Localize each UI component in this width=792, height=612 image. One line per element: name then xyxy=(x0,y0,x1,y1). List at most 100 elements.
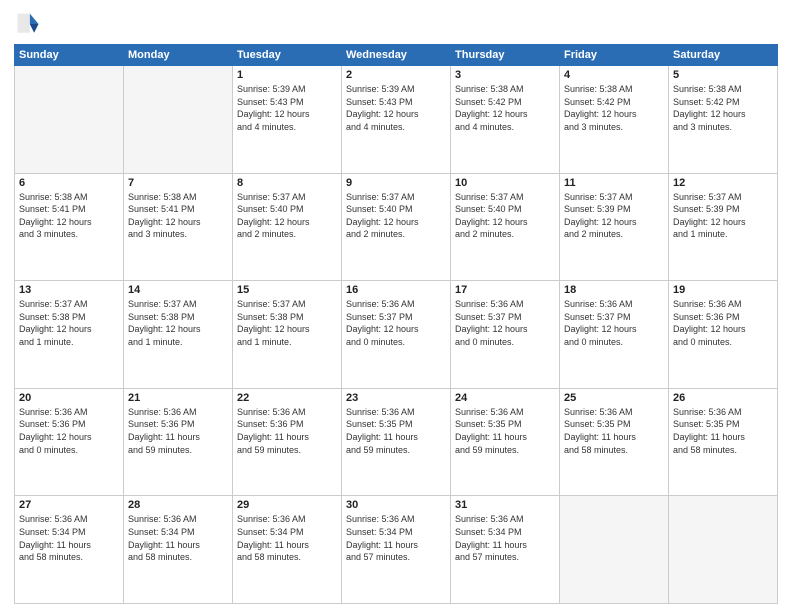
day-number: 19 xyxy=(673,284,773,296)
calendar-week-row: 6 Sunrise: 5:38 AM Sunset: 5:41 PM Daylig… xyxy=(15,173,778,281)
day-number: 6 xyxy=(19,177,119,189)
calendar-cell: 3 Sunrise: 5:38 AM Sunset: 5:42 PM Daylig… xyxy=(451,66,560,174)
day-number: 21 xyxy=(128,392,228,404)
day-number: 31 xyxy=(455,499,555,511)
day-number: 4 xyxy=(564,69,664,81)
cell-info: Sunrise: 5:37 AM Sunset: 5:40 PM Dayligh… xyxy=(346,191,446,241)
cell-info: Sunrise: 5:37 AM Sunset: 5:39 PM Dayligh… xyxy=(673,191,773,241)
calendar-cell: 4 Sunrise: 5:38 AM Sunset: 5:42 PM Daylig… xyxy=(560,66,669,174)
cell-info: Sunrise: 5:36 AM Sunset: 5:36 PM Dayligh… xyxy=(673,298,773,348)
calendar-cell: 19 Sunrise: 5:36 AM Sunset: 5:36 PM Dayli… xyxy=(669,281,778,389)
calendar-cell: 18 Sunrise: 5:36 AM Sunset: 5:37 PM Dayli… xyxy=(560,281,669,389)
cell-info: Sunrise: 5:36 AM Sunset: 5:35 PM Dayligh… xyxy=(455,406,555,456)
cell-info: Sunrise: 5:36 AM Sunset: 5:37 PM Dayligh… xyxy=(455,298,555,348)
calendar-cell: 16Sunrise: 5:36 AM Sunset: 5:37 PM Dayli… xyxy=(342,281,451,389)
calendar-cell: 1Sunrise: 5:39 AM Sunset: 5:43 PM Daylig… xyxy=(233,66,342,174)
cell-info: Sunrise: 5:36 AM Sunset: 5:36 PM Dayligh… xyxy=(237,406,337,456)
cell-info: Sunrise: 5:36 AM Sunset: 5:34 PM Dayligh… xyxy=(128,513,228,563)
calendar-day-header: Saturday xyxy=(669,45,778,66)
day-number: 23 xyxy=(346,392,446,404)
calendar-cell: 23 Sunrise: 5:36 AM Sunset: 5:35 PM Dayli… xyxy=(342,388,451,496)
calendar-week-row: 13 Sunrise: 5:37 AM Sunset: 5:38 PM Dayli… xyxy=(15,281,778,389)
cell-info: Sunrise: 5:38 AM Sunset: 5:41 PM Dayligh… xyxy=(128,191,228,241)
cell-info: Sunrise: 5:36 AM Sunset: 5:37 PM Dayligh… xyxy=(564,298,664,348)
day-number: 27 xyxy=(19,499,119,511)
cell-info: Sunrise: 5:39 AM Sunset: 5:43 PM Dayligh… xyxy=(346,83,446,133)
calendar-cell: 7 Sunrise: 5:38 AM Sunset: 5:41 PM Daylig… xyxy=(124,173,233,281)
calendar-week-row: 27 Sunrise: 5:36 AM Sunset: 5:34 PM Dayli… xyxy=(15,496,778,604)
logo-icon xyxy=(14,10,42,38)
day-number: 25 xyxy=(564,392,664,404)
calendar-cell: 28 Sunrise: 5:36 AM Sunset: 5:34 PM Dayli… xyxy=(124,496,233,604)
day-number: 8 xyxy=(237,177,337,189)
cell-info: Sunrise: 5:38 AM Sunset: 5:41 PM Dayligh… xyxy=(19,191,119,241)
day-number: 3 xyxy=(455,69,555,81)
logo xyxy=(14,10,46,38)
calendar-cell: 2 Sunrise: 5:39 AM Sunset: 5:43 PM Daylig… xyxy=(342,66,451,174)
calendar-cell: 12 Sunrise: 5:37 AM Sunset: 5:39 PM Dayli… xyxy=(669,173,778,281)
calendar-cell: 30Sunrise: 5:36 AM Sunset: 5:34 PM Dayli… xyxy=(342,496,451,604)
day-number: 29 xyxy=(237,499,337,511)
calendar-cell: 24 Sunrise: 5:36 AM Sunset: 5:35 PM Dayli… xyxy=(451,388,560,496)
calendar-cell: 27 Sunrise: 5:36 AM Sunset: 5:34 PM Dayli… xyxy=(15,496,124,604)
day-number: 22 xyxy=(237,392,337,404)
calendar-cell: 25 Sunrise: 5:36 AM Sunset: 5:35 PM Dayli… xyxy=(560,388,669,496)
calendar-cell: 20 Sunrise: 5:36 AM Sunset: 5:36 PM Dayli… xyxy=(15,388,124,496)
cell-info: Sunrise: 5:36 AM Sunset: 5:36 PM Dayligh… xyxy=(19,406,119,456)
calendar-cell: 6 Sunrise: 5:38 AM Sunset: 5:41 PM Daylig… xyxy=(15,173,124,281)
cell-info: Sunrise: 5:37 AM Sunset: 5:40 PM Dayligh… xyxy=(237,191,337,241)
calendar-cell xyxy=(124,66,233,174)
cell-info: Sunrise: 5:36 AM Sunset: 5:36 PM Dayligh… xyxy=(128,406,228,456)
calendar-day-header: Sunday xyxy=(15,45,124,66)
calendar-day-header: Monday xyxy=(124,45,233,66)
day-number: 14 xyxy=(128,284,228,296)
calendar-cell xyxy=(560,496,669,604)
cell-info: Sunrise: 5:36 AM Sunset: 5:34 PM Dayligh… xyxy=(19,513,119,563)
cell-info: Sunrise: 5:36 AM Sunset: 5:35 PM Dayligh… xyxy=(673,406,773,456)
cell-info: Sunrise: 5:36 AM Sunset: 5:35 PM Dayligh… xyxy=(564,406,664,456)
day-number: 9 xyxy=(346,177,446,189)
day-number: 7 xyxy=(128,177,228,189)
day-number: 10 xyxy=(455,177,555,189)
calendar-cell: 22 Sunrise: 5:36 AM Sunset: 5:36 PM Dayli… xyxy=(233,388,342,496)
header xyxy=(14,10,778,38)
calendar-cell: 26 Sunrise: 5:36 AM Sunset: 5:35 PM Dayli… xyxy=(669,388,778,496)
cell-info: Sunrise: 5:38 AM Sunset: 5:42 PM Dayligh… xyxy=(455,83,555,133)
day-number: 28 xyxy=(128,499,228,511)
day-number: 26 xyxy=(673,392,773,404)
calendar-cell: 15 Sunrise: 5:37 AM Sunset: 5:38 PM Dayli… xyxy=(233,281,342,389)
day-number: 20 xyxy=(19,392,119,404)
calendar-cell: 11Sunrise: 5:37 AM Sunset: 5:39 PM Dayli… xyxy=(560,173,669,281)
day-number: 13 xyxy=(19,284,119,296)
cell-info: Sunrise: 5:37 AM Sunset: 5:38 PM Dayligh… xyxy=(237,298,337,348)
calendar-cell: 10 Sunrise: 5:37 AM Sunset: 5:40 PM Dayli… xyxy=(451,173,560,281)
day-number: 18 xyxy=(564,284,664,296)
calendar-cell: 8 Sunrise: 5:37 AM Sunset: 5:40 PM Daylig… xyxy=(233,173,342,281)
cell-info: Sunrise: 5:37 AM Sunset: 5:38 PM Dayligh… xyxy=(128,298,228,348)
day-number: 15 xyxy=(237,284,337,296)
cell-info: Sunrise: 5:36 AM Sunset: 5:37 PM Dayligh… xyxy=(346,298,446,348)
cell-info: Sunrise: 5:38 AM Sunset: 5:42 PM Dayligh… xyxy=(564,83,664,133)
calendar-cell xyxy=(15,66,124,174)
calendar-cell: 5Sunrise: 5:38 AM Sunset: 5:42 PM Daylig… xyxy=(669,66,778,174)
day-number: 17 xyxy=(455,284,555,296)
calendar-cell: 13 Sunrise: 5:37 AM Sunset: 5:38 PM Dayli… xyxy=(15,281,124,389)
calendar-cell: 29Sunrise: 5:36 AM Sunset: 5:34 PM Dayli… xyxy=(233,496,342,604)
calendar-cell xyxy=(669,496,778,604)
cell-info: Sunrise: 5:37 AM Sunset: 5:40 PM Dayligh… xyxy=(455,191,555,241)
page: SundayMondayTuesdayWednesdayThursdayFrid… xyxy=(0,0,792,612)
cell-info: Sunrise: 5:37 AM Sunset: 5:38 PM Dayligh… xyxy=(19,298,119,348)
day-number: 30 xyxy=(346,499,446,511)
calendar-cell: 21 Sunrise: 5:36 AM Sunset: 5:36 PM Dayli… xyxy=(124,388,233,496)
calendar-day-header: Wednesday xyxy=(342,45,451,66)
calendar-table: SundayMondayTuesdayWednesdayThursdayFrid… xyxy=(14,44,778,604)
cell-info: Sunrise: 5:36 AM Sunset: 5:35 PM Dayligh… xyxy=(346,406,446,456)
day-number: 12 xyxy=(673,177,773,189)
calendar-cell: 9 Sunrise: 5:37 AM Sunset: 5:40 PM Daylig… xyxy=(342,173,451,281)
day-number: 5 xyxy=(673,69,773,81)
day-number: 24 xyxy=(455,392,555,404)
calendar-header-row: SundayMondayTuesdayWednesdayThursdayFrid… xyxy=(15,45,778,66)
day-number: 1 xyxy=(237,69,337,81)
calendar-cell: 17 Sunrise: 5:36 AM Sunset: 5:37 PM Dayli… xyxy=(451,281,560,389)
day-number: 2 xyxy=(346,69,446,81)
